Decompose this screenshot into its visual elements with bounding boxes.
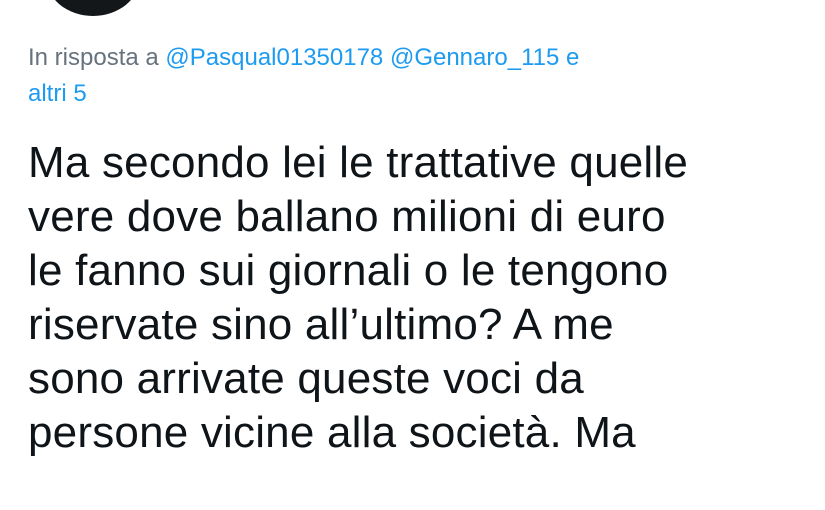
tweet-line: sono arrivate queste voci da	[28, 354, 584, 403]
tweet-line: le fanno sui giornali o le tengono	[28, 246, 669, 295]
mention-link-gennaro[interactable]: @Gennaro_115	[390, 44, 559, 71]
tweet-line: riservate sino all’ultimo? A me	[28, 300, 614, 349]
reply-others-link[interactable]: altri 5	[28, 80, 87, 107]
reply-connector: e	[566, 44, 580, 71]
tweet-line: persone vicine alla società. Ma	[28, 408, 636, 457]
mention-link-pasqual[interactable]: @Pasqual01350178	[165, 44, 383, 71]
tweet-line: vere dove ballano milioni di euro	[28, 192, 666, 241]
tweet-line: Ma secondo lei le trattative quelle	[28, 138, 689, 187]
reply-prefix: In risposta a	[28, 44, 159, 71]
tweet-text: Ma secondo lei le trattative quelle vere…	[28, 136, 818, 460]
avatar[interactable]	[46, 0, 140, 16]
reply-context: In risposta a @Pasqual01350178 @Gennaro_…	[28, 40, 808, 112]
